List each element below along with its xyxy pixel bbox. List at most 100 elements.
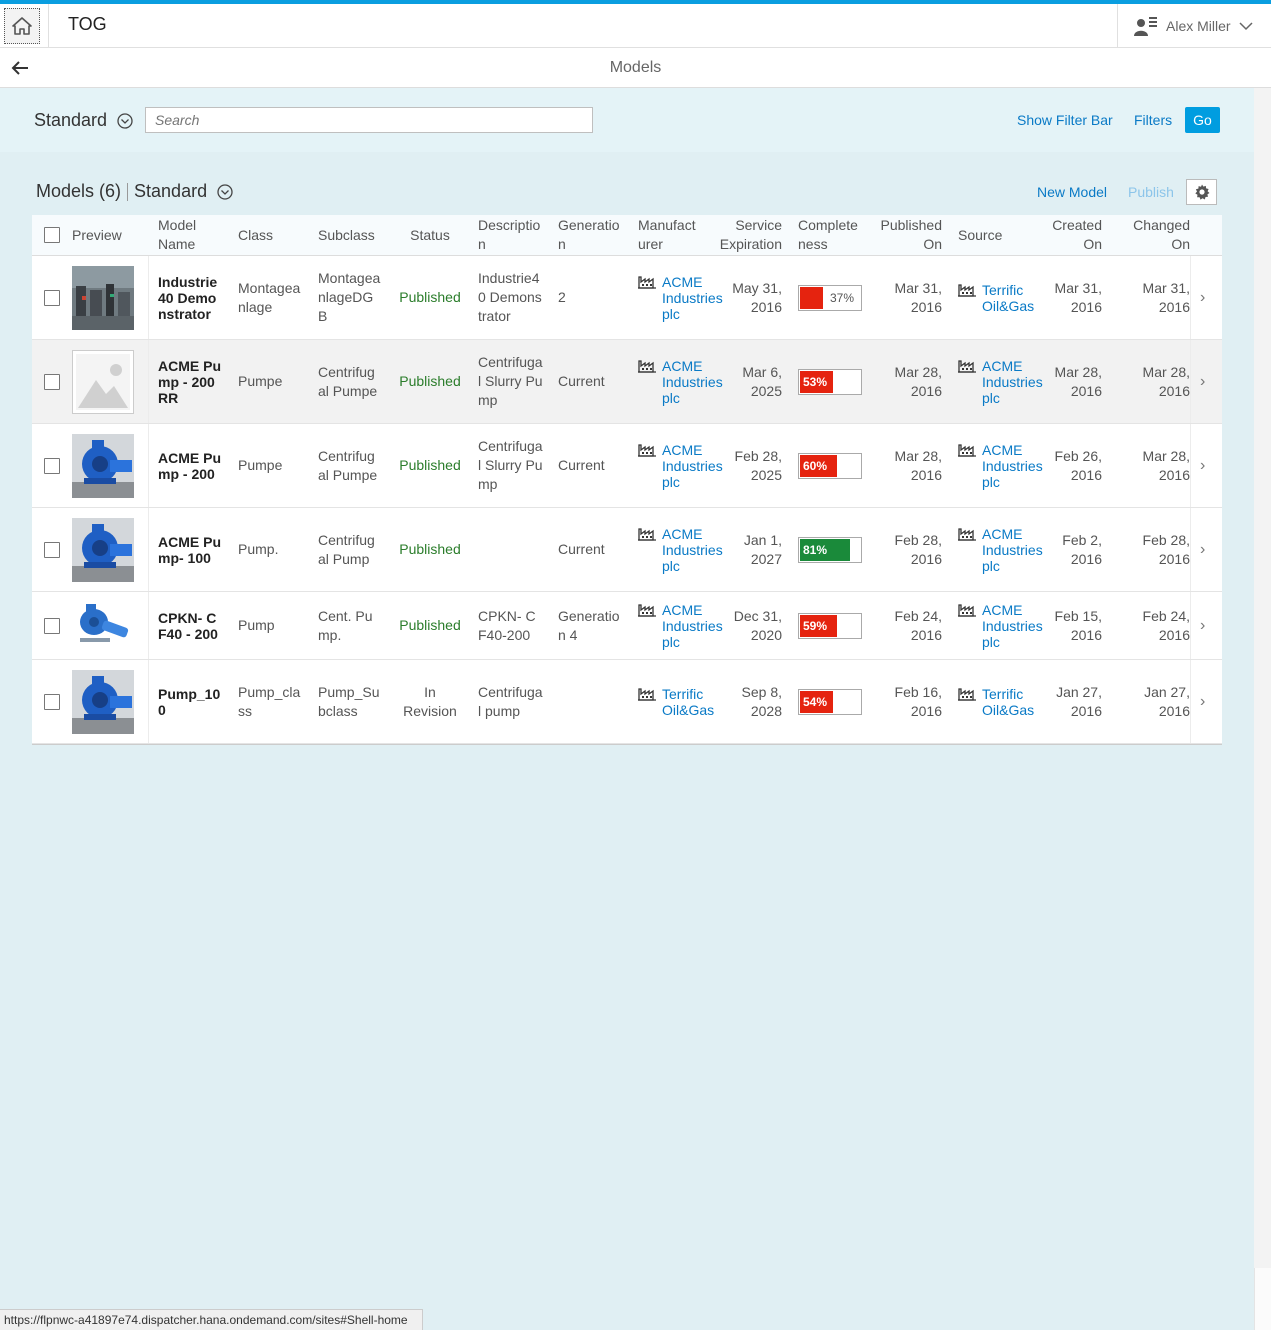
col-model-name: Model Name <box>158 217 197 252</box>
changed-on: Feb 28, 2016 <box>1142 531 1190 567</box>
chevron-right-icon[interactable]: › <box>1200 616 1205 635</box>
column-divider <box>1190 340 1191 423</box>
model-name[interactable]: Industrie 40 Demonstrator <box>158 274 222 322</box>
table-header: Preview Model Name Class Subclass Status… <box>32 215 1222 256</box>
col-status: Status <box>410 226 450 243</box>
chevron-right-icon[interactable]: › <box>1200 540 1205 559</box>
model-name[interactable]: ACME Pump - 200 RR <box>158 358 222 406</box>
row-checkbox[interactable] <box>44 457 60 474</box>
industrial-plant-image <box>72 265 134 330</box>
go-button[interactable]: Go <box>1185 107 1220 133</box>
column-divider <box>148 424 149 507</box>
search-input[interactable] <box>145 107 593 133</box>
service-expiration: Sep 8, 2028 <box>741 683 782 719</box>
col-completeness: Completeness <box>798 217 858 252</box>
column-divider <box>1190 424 1191 507</box>
manufacturer-link[interactable]: ACME Industries plc <box>662 442 726 490</box>
source-link[interactable]: ACME Industries plc <box>982 358 1046 406</box>
row-checkbox[interactable] <box>44 373 60 390</box>
col-service-expiration: Service Expiration <box>719 217 782 252</box>
table-row[interactable]: CPKN- CF40 - 200 Pump Cent. Pump. Published… <box>32 592 1222 660</box>
column-divider <box>1190 660 1191 743</box>
placeholder-image-icon <box>72 349 134 414</box>
column-divider <box>1190 256 1191 339</box>
pump-image <box>72 669 134 734</box>
model-subclass: Centrifugal Pumpe <box>318 447 378 483</box>
model-description: CPKN- CF40-200 <box>478 607 536 643</box>
app-title: TOG <box>68 14 107 34</box>
variant-selector[interactable]: Standard <box>34 110 133 131</box>
manufacturer-link[interactable]: ACME Industries plc <box>662 526 726 574</box>
table-variant-label: Standard <box>134 181 208 201</box>
model-name[interactable]: ACME Pump- 100 <box>158 534 222 566</box>
table-row[interactable]: ACME Pump - 200 Pumpe Centrifugal Pumpe Pub… <box>32 424 1222 508</box>
source-link[interactable]: ACME Industries plc <box>982 526 1046 574</box>
col-published-on: Published On <box>880 217 943 252</box>
source-link[interactable]: Terrific Oil&Gas <box>982 686 1046 718</box>
user-menu[interactable]: Alex Miller <box>1134 14 1253 38</box>
model-name[interactable]: CPKN- CF40 - 200 <box>158 610 222 642</box>
home-button[interactable] <box>4 8 40 44</box>
row-checkbox[interactable] <box>44 693 60 710</box>
status-text: In Revision <box>403 683 457 719</box>
chevron-right-icon[interactable]: › <box>1200 372 1205 391</box>
table-title-count: Models (6) <box>36 181 122 201</box>
select-all-checkbox[interactable] <box>44 227 60 243</box>
model-subclass: MontageanlageDGB <box>318 270 381 324</box>
table-row[interactable]: ACME Pump - 200 RR Pumpe Centrifugal Pumpe… <box>32 340 1222 424</box>
col-description: Description <box>478 217 541 252</box>
chevron-right-icon[interactable]: › <box>1200 288 1205 307</box>
variant-label: Standard <box>34 110 108 130</box>
table-row[interactable]: Industrie 40 Demonstrator Montageanlage Mo… <box>32 256 1222 340</box>
row-checkbox[interactable] <box>44 289 60 306</box>
manufacturer-link[interactable]: ACME Industries plc <box>662 358 726 406</box>
manufacturer-link[interactable]: ACME Industries plc <box>662 602 726 650</box>
show-filter-bar-link[interactable]: Show Filter Bar <box>1017 112 1113 128</box>
table-settings-button[interactable] <box>1186 179 1217 205</box>
column-divider <box>1190 592 1191 659</box>
changed-on: Mar 28, 2016 <box>1142 447 1190 483</box>
model-description: Centrifugal pump <box>478 683 543 719</box>
model-name[interactable]: Pump_100 <box>158 686 222 718</box>
col-manufacturer: Manufacturer <box>638 217 696 252</box>
factory-icon <box>958 359 976 373</box>
service-expiration: Dec 31, 2020 <box>733 607 782 643</box>
service-expiration: Mar 6, 2025 <box>742 363 782 399</box>
model-name[interactable]: ACME Pump - 200 <box>158 450 222 482</box>
filters-link[interactable]: Filters <box>1134 112 1172 128</box>
column-divider <box>1190 508 1191 591</box>
scrollbar-track[interactable] <box>1254 88 1271 1330</box>
published-on: Mar 28, 2016 <box>894 363 942 399</box>
scrollbar-thumb[interactable] <box>1254 1268 1271 1330</box>
factory-icon <box>638 603 656 617</box>
manufacturer-link[interactable]: ACME Industries plc <box>662 274 726 322</box>
source-link[interactable]: ACME Industries plc <box>982 602 1046 650</box>
completeness-bar: 81% <box>798 536 862 563</box>
row-checkbox[interactable] <box>44 617 60 634</box>
manufacturer-link[interactable]: Terrific Oil&Gas <box>662 686 726 718</box>
model-class: Montageanlage <box>238 279 301 315</box>
created-on: Mar 28, 2016 <box>1054 363 1102 399</box>
created-on: Feb 15, 2016 <box>1054 607 1102 643</box>
table-row[interactable]: ACME Pump- 100 Pump. Centrifugal Pump Publi… <box>32 508 1222 592</box>
col-subclass: Subclass <box>318 226 375 243</box>
source-link[interactable]: Terrific Oil&Gas <box>982 282 1046 314</box>
table-row[interactable]: Pump_100 Pump_class Pump_Subclass In Revisi… <box>32 660 1222 744</box>
published-on: Mar 31, 2016 <box>894 279 942 315</box>
changed-on: Jan 27, 2016 <box>1144 683 1190 719</box>
table-title: Models (6) Standard <box>36 181 233 202</box>
publish-button[interactable]: Publish <box>1128 184 1174 200</box>
models-table: Preview Model Name Class Subclass Status… <box>32 215 1222 745</box>
shell-separator <box>1117 4 1118 48</box>
new-model-button[interactable]: New Model <box>1037 184 1107 200</box>
table-variant-selector[interactable]: Standard <box>134 181 233 202</box>
pump-image <box>72 593 134 658</box>
chevron-right-icon[interactable]: › <box>1200 456 1205 475</box>
chevron-down-icon <box>1239 22 1253 31</box>
source-link[interactable]: ACME Industries plc <box>982 442 1046 490</box>
pump-image <box>72 433 134 498</box>
changed-on: Mar 28, 2016 <box>1142 363 1190 399</box>
chevron-right-icon[interactable]: › <box>1200 692 1205 711</box>
completeness-fill <box>800 286 823 309</box>
row-checkbox[interactable] <box>44 541 60 558</box>
